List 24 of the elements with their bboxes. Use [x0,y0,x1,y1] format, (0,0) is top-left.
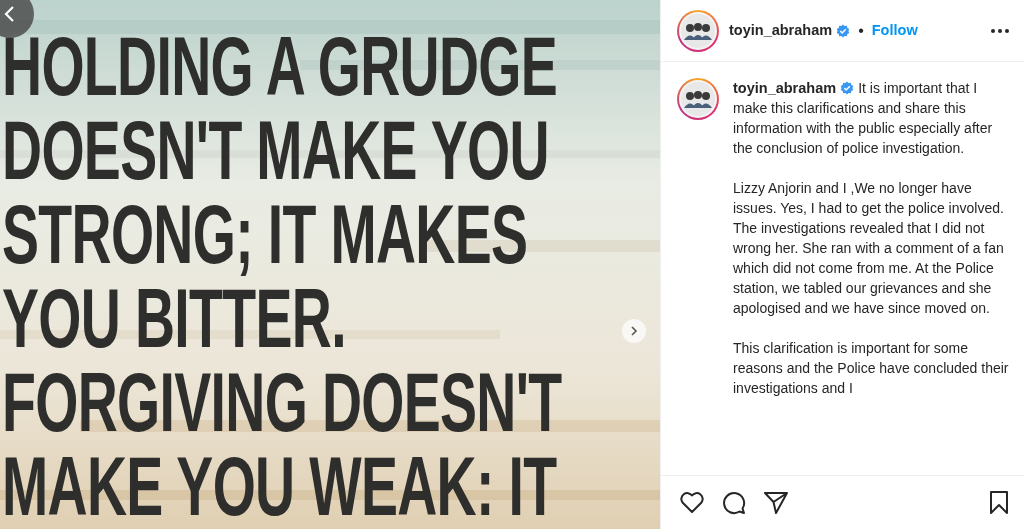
paper-plane-icon [763,489,789,516]
caption-text: Lizzy Anjorin and I ,We no longer have issues. Yes, I had to get the police involved. The investigations revealed that I did not wrong her. She ran with a comment of a fan which did not come from me. At the Police station, we tabled our grievances and she apologised and we have since moved on. [733,179,1005,318]
chevron-right-icon [628,325,640,337]
username-link[interactable]: toyin_abraham [733,80,837,96]
bookmark-icon [988,489,1010,516]
comment-button[interactable] [721,489,747,516]
save-button[interactable] [988,489,1010,516]
speech-bubble-icon [721,489,747,516]
caption-text: This clarification is important for some reasons and the Police have concluded their investigations and I [733,339,1009,398]
avatar[interactable] [677,9,719,52]
avatar[interactable] [677,78,719,120]
quote-text-line: DOESN'T MAKE YOU [2,108,549,192]
share-button[interactable] [763,489,789,516]
caption-text: toyin_abraham It is important that I make this clarifications and share this information with the public especially after the conclusion of police investigation. [733,79,994,158]
like-button[interactable] [679,489,705,516]
quote-text-line: HOLDING A GRUDGE [2,24,558,108]
more-options-button[interactable] [990,27,1010,34]
quote-text-line: FORGIVING DOESN'T [2,360,562,444]
separator: • [858,20,864,41]
quote-text-line: STRONG; IT MAKES [2,192,528,276]
quote-text-line: YOU BITTER. [2,276,346,360]
quote-text-line: MAKE YOU WEAK: IT [2,444,557,528]
username-link[interactable]: toyin_abraham [729,19,833,42]
heart-icon [679,489,705,516]
